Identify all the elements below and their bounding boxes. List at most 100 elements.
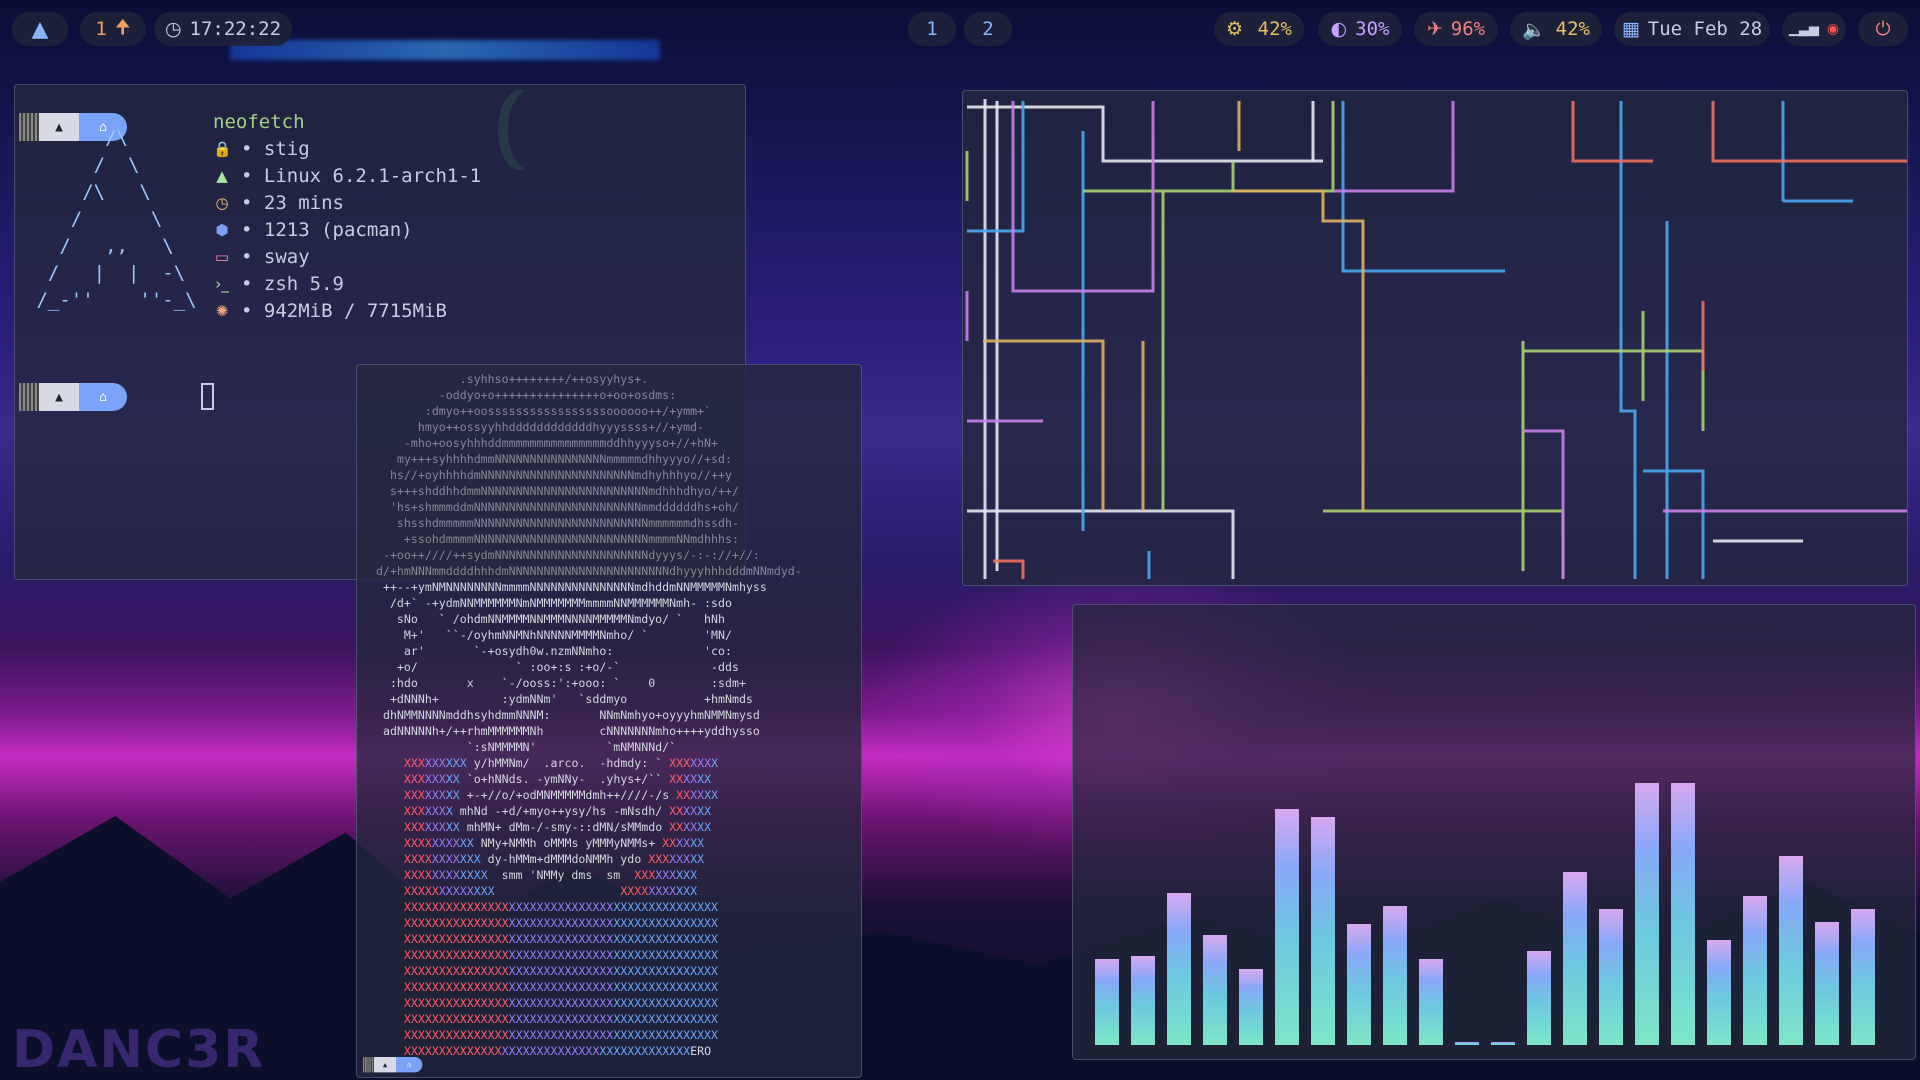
arco-terminal[interactable]: .syhhso++++++++/++osyyhys+. -oddyo+o++++… <box>356 364 862 1078</box>
updates-button[interactable]: 1 🠉 <box>80 12 146 46</box>
neofetch-ascii-logo: /\ / \ /\ \ / \ / ,, \ / | | -\ /_-'' ''… <box>36 127 197 311</box>
arch-icon: ▲ <box>216 167 228 185</box>
visualizer-bar <box>1707 940 1731 1045</box>
info-wm: ▭ • sway <box>213 244 481 271</box>
arco-line: XXXXXXXXXXXXXXXXXXXXXXXXXXXXXXXXXXXXXXXX… <box>403 996 719 1010</box>
arco-line: XXXXXXXXXXXXXXXXXXXXXXXXXXXXXXXXXXXXXXXX… <box>403 964 719 978</box>
battery-icon: ✈ <box>1426 18 1443 40</box>
arco-line: 'hs+shmmmddmNNNNNNNNNNNNNNNNNNNNNNNNmmdd… <box>369 500 739 514</box>
power-button[interactable]: ⏻ <box>1858 12 1908 46</box>
cpu-widget[interactable]: ⚙ 42% <box>1214 12 1304 46</box>
cpu-value: 42% <box>1257 18 1292 40</box>
arco-line: XXXXXXXXXXXXXXXXXXXXXXXXXXXXXXXXXXXXXXXX… <box>403 916 719 930</box>
arco-line: my+++syhhhhdmmNNNNNNNNNNNNNNNNmmmmmdhhyy… <box>369 452 732 466</box>
arco-line: dhNMMNNNNmddhsyhdmmNNNM: NNmNmhyo+oyyyhm… <box>369 708 760 722</box>
shell-prompt-2: ▲ ⌂ <box>19 383 127 411</box>
arco-line: XXXXXXXXXX NMy+NMMh oMMMs yMMMyNMMs+ XXX… <box>403 836 705 850</box>
pipe-segment <box>1619 101 1637 579</box>
info-packages-text: • 1213 (pacman) <box>241 219 413 241</box>
info-packages: ⬢ • 1213 (pacman) <box>213 217 481 244</box>
arch-icon: ▲ <box>31 16 49 42</box>
workspace-2-label: 2 <box>982 18 994 40</box>
arco-line: ar' `-+osydh0w.nzmNNmho: 'co: <box>369 644 732 658</box>
cpu-icon: ⚙ <box>1226 18 1244 40</box>
date-widget[interactable]: ▦ Tue Feb 28 <box>1614 12 1770 46</box>
pipe-segment <box>967 105 1323 163</box>
arco-line: XXXXXXXXXXXX smm 'NMMy dms sm XXXXXXXXX <box>403 868 698 882</box>
arco-line: adNNNNNh+/++rhmMMMMMMNh cNNNNNNNmho++++y… <box>369 724 760 738</box>
window-icon: ▭ <box>214 248 230 266</box>
neofetch-command: neofetch <box>213 111 305 133</box>
volume-value: 42% <box>1555 18 1590 40</box>
arco-line: +o/ ` :oo+:s :+o/-` -dds <box>369 660 739 674</box>
info-kernel-text: • Linux 6.2.1-arch1-1 <box>241 165 482 187</box>
volume-widget[interactable]: 🔈 42% <box>1510 12 1602 46</box>
pipe-segment <box>1523 429 1565 579</box>
visualizer-bar <box>1419 959 1443 1045</box>
terminal-cursor <box>201 383 214 410</box>
uptime-icon: ◷ <box>215 194 229 212</box>
info-memory: ✺ • 942MiB / 7715MiB <box>213 298 481 325</box>
memory-icon: ✺ <box>215 302 229 320</box>
workspace-2[interactable]: 2 <box>964 12 1012 46</box>
calendar-icon: ▦ <box>1621 18 1640 40</box>
info-user-text: • stig <box>241 138 310 160</box>
arco-line: XXXXXXXX mhMN+ dMm-/-smy-::dMN/sMMmdo XX… <box>403 820 712 834</box>
arch-icon: ▲ <box>374 1057 396 1073</box>
visualizer-bar <box>1779 856 1803 1045</box>
workspace-1[interactable]: 1 <box>908 12 956 46</box>
battery-widget[interactable]: ✈ 96% <box>1414 12 1498 46</box>
visualizer-bar <box>1131 956 1155 1045</box>
visualizer-bar <box>1491 1042 1515 1045</box>
package-icon: ⬢ <box>215 221 229 239</box>
arch-icon: ▲ <box>39 383 79 411</box>
date-value: Tue Feb 28 <box>1647 18 1763 40</box>
home-icon: ⌂ <box>79 383 127 411</box>
arco-line: .syhhso++++++++/++osyyhys+. <box>369 372 649 386</box>
arco-line: XXXXXXXXXXXXXXXXXXXXXXXXXXXXXXXXXXXXXXXX… <box>403 1044 712 1058</box>
battery-value: 96% <box>1450 18 1486 40</box>
arrow-up-icon: 🠉 <box>114 16 131 38</box>
wifi-icon[interactable]: ▁▃▅ <box>1789 22 1819 37</box>
pipes-animation <box>965 99 1907 579</box>
brightness-widget[interactable]: ◐ 30% <box>1318 12 1402 46</box>
arco-line: `:sNMMMMN' `mNMNNNd/` <box>369 740 677 754</box>
arco-line: XXXXXXXXXXXXXXXXXXXXXXXXXXXXXXXXXXXXXXXX… <box>403 980 719 994</box>
info-shell-text: • zsh 5.9 <box>241 273 344 295</box>
power-icon: ⏻ <box>1875 18 1891 40</box>
visualizer-bar <box>1383 906 1407 1045</box>
arco-line: XXXXXXXXXXXXXXXXXXXXXXXXXXXXXXXXXXXXXXXX… <box>403 1028 719 1042</box>
arco-line: XXXXXXXXXXXXXXXXXXXXXXXXXXXXXXXXXXXXXXXX… <box>403 932 719 946</box>
visualizer-bar <box>1311 817 1335 1045</box>
arco-line: -oddyo+o+++++++++++++++o+oo+osdms: <box>369 388 677 402</box>
volume-icon: 🔈 <box>1522 18 1546 41</box>
info-wm-text: • sway <box>241 246 310 268</box>
arco-line: XXXXXXXXXXXXXXXXXXXXXXXXXXXXXXXXXXXXXXXX… <box>403 900 719 914</box>
brightness-value: 30% <box>1355 18 1390 40</box>
app-tray-icon[interactable]: ◉ <box>1827 21 1839 37</box>
pipe-segment <box>1083 101 1335 193</box>
launcher-button[interactable]: ▲ <box>12 12 68 46</box>
system-tray: ▁▃▅ ◉ <box>1782 12 1846 46</box>
pipe-segment <box>1711 101 1907 163</box>
desktop-watermark: DANC3R <box>12 1020 266 1080</box>
home-icon: ⌂ <box>396 1057 423 1073</box>
arco-line: :hdo x `-/ooss:':+ooo: ` 0 :sdm+ <box>369 676 746 690</box>
workspace-1-label: 1 <box>926 18 938 40</box>
pipes-terminal[interactable] <box>962 90 1908 586</box>
arco-line: hs//+oyhhhhdmNNNNNNNNNNNNNNNNNNNNNNmdhyh… <box>369 468 732 482</box>
visualizer-bar <box>1851 909 1875 1045</box>
arco-line: hmyo++ossyyhhddddddddddddhyyyssss+//+ymd… <box>369 420 705 434</box>
clock-time: 17:22:22 <box>189 18 282 40</box>
visualizer-bar <box>1239 969 1263 1045</box>
arco-line: XXXXXXXXX y/hMMNm/ .arco. -hdmdy: ` XXXX… <box>403 756 719 770</box>
visualizer-bar <box>1167 893 1191 1045</box>
arco-line: shsshdmmmmmNNNNNNNNNNNNNNNNNNNNNNNNNmmmm… <box>369 516 739 530</box>
audio-visualizer[interactable] <box>1072 604 1916 1060</box>
arco-line: sNo ` /ohdmNNMMMMNNMMMNNNNMMMMMNmdyo/ ` … <box>369 612 725 626</box>
visualizer-bar <box>1527 951 1551 1045</box>
clock[interactable]: ◷ 17:22:22 <box>154 12 292 46</box>
info-user: 🔒 • stig <box>213 136 481 163</box>
visualizer-bar <box>1743 896 1767 1045</box>
shell-prompt-3: ▲ ⌂ <box>363 1057 423 1073</box>
